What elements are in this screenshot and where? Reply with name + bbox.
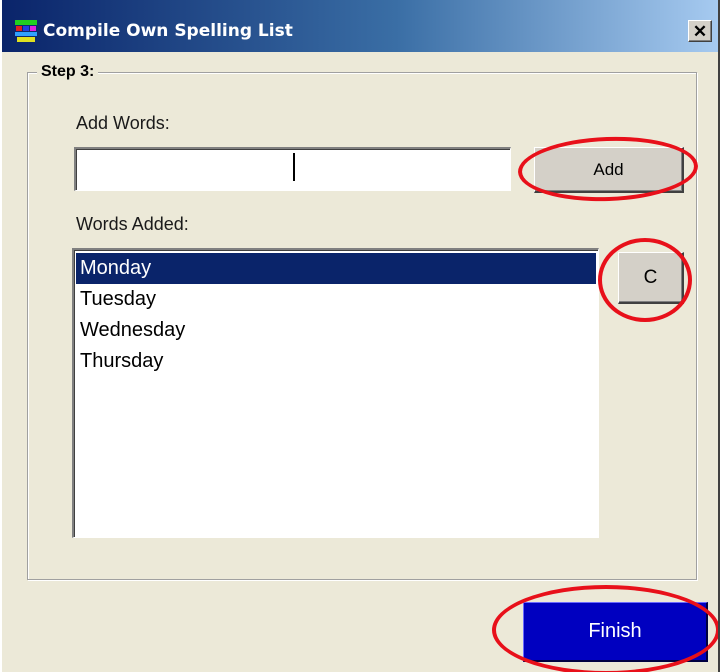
list-item[interactable]: Wednesday <box>76 315 596 346</box>
title-bar[interactable]: Compile Own Spelling List ✕ <box>2 0 718 52</box>
words-added-listbox[interactable]: Monday Tuesday Wednesday Thursday <box>72 248 599 538</box>
app-icon <box>15 20 37 42</box>
close-icon: ✕ <box>692 21 708 41</box>
add-words-label: Add Words: <box>76 113 170 133</box>
compile-spelling-list-window: Compile Own Spelling List ✕ Step 3: Add … <box>0 0 720 672</box>
window-title: Compile Own Spelling List <box>43 21 293 41</box>
close-button[interactable]: ✕ <box>688 20 712 42</box>
list-item[interactable]: Tuesday <box>76 284 596 315</box>
list-item[interactable]: Thursday <box>76 346 596 377</box>
list-item[interactable]: Monday <box>76 253 596 284</box>
finish-button[interactable]: Finish <box>523 602 708 662</box>
add-button[interactable]: Add <box>534 147 684 193</box>
step-3-legend: Step 3: <box>37 62 99 82</box>
text-caret <box>293 153 295 181</box>
words-added-label: Words Added: <box>76 214 189 234</box>
clear-button[interactable]: C <box>618 252 684 304</box>
